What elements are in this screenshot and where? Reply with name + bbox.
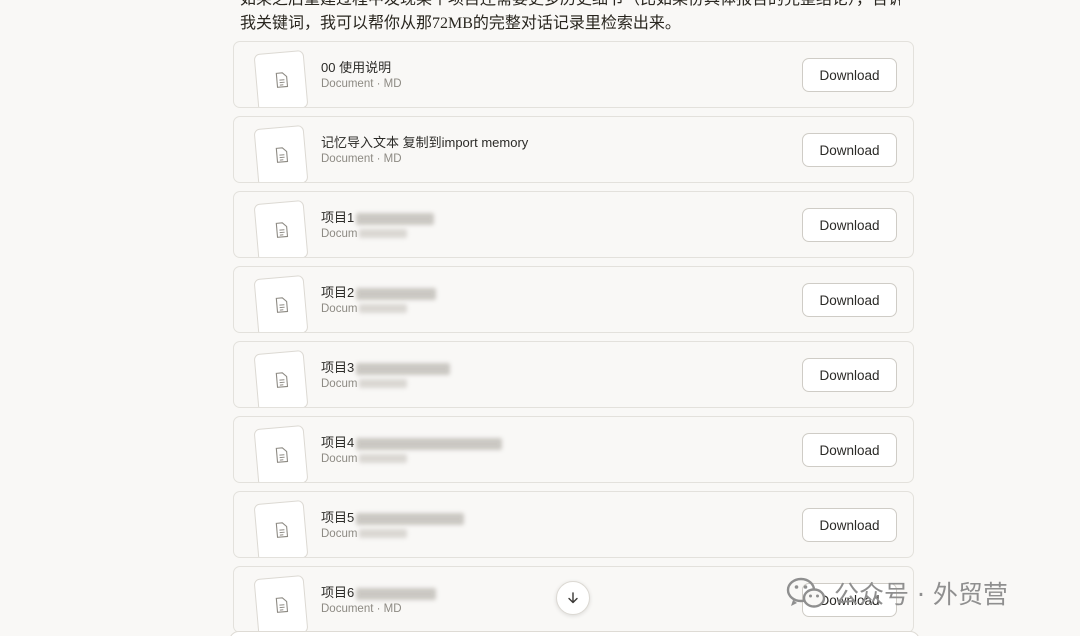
document-file-icon [275, 597, 289, 613]
file-title: 项目1 [321, 210, 355, 225]
redacted-text [356, 287, 437, 300]
document-file-icon [275, 147, 289, 163]
file-card[interactable]: 项目3 Docum Download [233, 341, 914, 408]
file-meta-row: Docum [321, 453, 408, 465]
download-button[interactable]: Download [802, 133, 897, 167]
file-meta: Docum [321, 378, 358, 390]
redacted-text [359, 304, 408, 314]
file-meta: Docum [321, 453, 358, 465]
file-attachment-list: 00 使用说明 Document · MD Download 记忆导入文本 复制… [233, 41, 914, 636]
file-card[interactable]: 项目1 Docum Download [233, 191, 914, 258]
download-button[interactable]: Download [802, 508, 897, 542]
redacted-text [356, 587, 437, 600]
redacted-text [359, 529, 408, 539]
file-meta-row: Docum [321, 303, 408, 315]
file-title-row: 项目2 [321, 282, 437, 301]
file-title: 项目6 [321, 585, 355, 600]
file-meta: Document · MD [321, 153, 402, 165]
file-thumbnail [253, 499, 309, 557]
file-meta-row: Docum [321, 378, 408, 390]
file-title-row: 项目3 [321, 357, 451, 376]
arrow-down-icon [568, 592, 578, 604]
scroll-to-bottom-button[interactable] [556, 581, 590, 615]
message-input-box[interactable] [229, 631, 920, 636]
redacted-text [356, 362, 451, 375]
file-title: 项目2 [321, 285, 355, 300]
document-file-icon [275, 522, 289, 538]
file-meta: Document · MD [321, 78, 402, 90]
file-meta-row: Docum [321, 228, 408, 240]
file-meta: Docum [321, 528, 358, 540]
document-file-icon [275, 447, 289, 463]
file-title: 记忆导入文本 复制到import memory [321, 135, 529, 150]
download-button[interactable]: Download [802, 208, 897, 242]
file-meta: Docum [321, 303, 358, 315]
file-title: 项目5 [321, 510, 355, 525]
file-title: 项目4 [321, 435, 355, 450]
file-thumbnail [253, 574, 309, 632]
redacted-text [359, 229, 408, 239]
download-button[interactable]: Download [802, 358, 897, 392]
file-thumbnail [253, 349, 309, 407]
redacted-text [356, 212, 435, 225]
file-title-row: 项目1 [321, 207, 435, 226]
file-thumbnail [253, 199, 309, 257]
assistant-message: 如果之后重建过程中发现某个项目还需要更多历史细节（比如某份具体报告的完整结论），… [240, 0, 900, 36]
redacted-text [359, 379, 408, 389]
file-title: 00 使用说明 [321, 60, 392, 75]
message-line-2: 我关键词，我可以帮你从那72MB的完整对话记录里检索出来。 [240, 15, 681, 32]
file-thumbnail [253, 124, 309, 182]
file-card[interactable]: 项目2 Docum Download [233, 266, 914, 333]
file-title-row: 项目6 [321, 582, 437, 601]
file-card[interactable]: 记忆导入文本 复制到import memory Document · MD Do… [233, 116, 914, 183]
document-file-icon [275, 72, 289, 88]
file-title-row: 项目5 [321, 507, 465, 526]
file-meta: Docum [321, 228, 358, 240]
file-thumbnail [253, 424, 309, 482]
redacted-text [359, 454, 408, 464]
file-title-row: 项目4 [321, 432, 503, 451]
file-card[interactable]: 项目4 Docum Download [233, 416, 914, 483]
download-button[interactable]: Download [802, 583, 897, 617]
file-meta: Document · MD [321, 603, 402, 615]
file-card[interactable]: 00 使用说明 Document · MD Download [233, 41, 914, 108]
download-button[interactable]: Download [802, 283, 897, 317]
file-thumbnail [253, 274, 309, 332]
redacted-text [356, 437, 503, 450]
file-meta-row: Docum [321, 528, 408, 540]
download-button[interactable]: Download [802, 433, 897, 467]
redacted-text [356, 512, 465, 525]
file-title: 项目3 [321, 360, 355, 375]
document-file-icon [275, 297, 289, 313]
file-thumbnail [253, 49, 309, 107]
file-card[interactable]: 项目5 Docum Download [233, 491, 914, 558]
message-line-1: 如果之后重建过程中发现某个项目还需要更多历史细节（比如某份具体报告的完整结论），… [240, 0, 900, 12]
document-file-icon [275, 222, 289, 238]
download-button[interactable]: Download [802, 58, 897, 92]
document-file-icon [275, 372, 289, 388]
